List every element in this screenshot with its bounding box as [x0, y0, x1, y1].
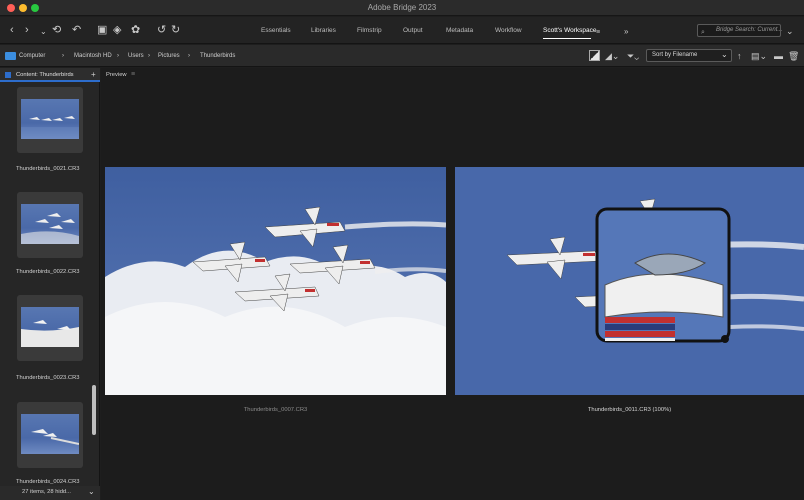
breadcrumb-separator: ›: [188, 53, 190, 59]
return-to-camera-raw-icon[interactable]: ↶: [72, 25, 81, 36]
workspace-tab-filmstrip[interactable]: Filmstrip: [357, 27, 382, 34]
preview-panel: Preview ≡ Thunderbirds_0007.CR3 Thunderb…: [101, 68, 804, 500]
workspace-tab-metadata[interactable]: Metadata: [446, 27, 473, 34]
content-footer: 27 items, 28 hidd... ⌄: [0, 486, 100, 500]
preview-menu-icon[interactable]: ≡: [131, 71, 135, 78]
filter-items-icon[interactable]: ⏷⌄: [627, 51, 639, 62]
forward-icon[interactable]: ›: [25, 25, 29, 36]
sort-chevron-icon: ⌄: [721, 50, 728, 59]
breadcrumb-separator: ›: [117, 53, 119, 59]
bridge-search-field[interactable]: Bridge Search: Current...: [697, 24, 783, 37]
open-in-camera-raw-icon[interactable]: ✿: [131, 25, 140, 36]
delete-item-icon[interactable]: 🗑: [788, 51, 799, 62]
thumbnail-cell[interactable]: [17, 295, 83, 361]
rotate-right-icon[interactable]: ↻: [171, 25, 180, 36]
recent-folders-icon[interactable]: ⟲: [52, 25, 61, 36]
sort-ascending-icon[interactable]: ↑: [737, 51, 742, 62]
workspace-tab-scotts-workspace[interactable]: Scott's Workspace: [543, 27, 597, 34]
panel-color-icon: [5, 72, 11, 78]
sort-dropdown[interactable]: Sort by Filename ⌄: [646, 49, 732, 62]
workspace-menu-icon[interactable]: ≡: [596, 27, 600, 38]
thumbnail-filename: Thunderbirds_0023.CR3: [16, 375, 80, 381]
workspace-tab-libraries[interactable]: Libraries: [311, 27, 336, 34]
breadcrumb-separator: ›: [62, 53, 64, 59]
quality-options-icon[interactable]: [589, 50, 600, 61]
refine-icon[interactable]: ◈: [113, 25, 121, 36]
breadcrumb-thunderbirds[interactable]: Thunderbirds: [200, 53, 235, 59]
item-count-label: 27 items, 28 hidd...: [22, 489, 71, 495]
preview-image-right[interactable]: [455, 167, 804, 395]
title-bar: Adobe Bridge 2023: [0, 0, 804, 16]
thumbnail-filename: Thunderbirds_0022.CR3: [16, 269, 80, 275]
thumbnail-cell[interactable]: [17, 87, 83, 153]
content-panel-header: Content: Thunderbirds +: [0, 68, 100, 82]
get-photos-icon[interactable]: ▣: [97, 25, 107, 36]
preview-image-left[interactable]: [105, 167, 447, 395]
thumbnail-cell[interactable]: [17, 192, 83, 258]
breadcrumb-users[interactable]: Users: [128, 53, 144, 59]
thumbnail-image: [21, 204, 79, 244]
breadcrumb-separator: ›: [148, 53, 150, 59]
new-folder-icon[interactable]: ▤⌄: [751, 51, 767, 62]
search-options-chevron-icon[interactable]: ⌄: [786, 26, 794, 37]
content-scrollbar[interactable]: [92, 385, 96, 435]
right-preview-filename: Thunderbirds_0011.CR3 (100%): [587, 407, 672, 413]
left-preview-filename: Thunderbirds_0007.CR3: [243, 407, 308, 413]
rotate-left-icon[interactable]: ↺: [157, 25, 166, 36]
workspace-tab-output[interactable]: Output: [403, 27, 423, 34]
thumbnail-filename: Thunderbirds_0024.CR3: [16, 479, 80, 485]
thumbnail-image: [21, 414, 80, 454]
sort-label: Sort by Filename: [652, 52, 698, 58]
add-panel-icon[interactable]: +: [91, 70, 96, 79]
active-workspace-underline: [543, 38, 591, 39]
breadcrumb-pictures[interactable]: Pictures: [158, 53, 180, 59]
thumbnail-cell[interactable]: [17, 402, 83, 468]
preview-title: Preview: [106, 72, 127, 78]
breadcrumb-computer[interactable]: Computer: [19, 53, 45, 59]
thumbnail-image: [21, 99, 79, 139]
content-panel: Content: Thunderbirds + Thunderbirds_002…: [0, 68, 100, 500]
folder-icon: [5, 52, 16, 60]
thumbnail-image: [21, 307, 79, 347]
search-placeholder: Bridge Search: Current...: [716, 27, 783, 33]
workspace-tab-workflow[interactable]: Workflow: [495, 27, 522, 34]
loupe-magnifier: [595, 207, 731, 343]
search-icon: ⌕: [701, 29, 705, 36]
chevron-down-icon[interactable]: ⌄: [40, 26, 47, 37]
rating-filter-icon[interactable]: ◢⌄: [605, 51, 619, 62]
breadcrumb-macintosh-hd[interactable]: Macintosh HD: [74, 53, 112, 59]
window-title: Adobe Bridge 2023: [367, 3, 437, 12]
workspace-tab-essentials[interactable]: Essentials: [261, 27, 291, 34]
preview-panel-header: Preview ≡: [101, 68, 804, 82]
more-workspaces-icon[interactable]: »: [624, 26, 628, 37]
back-icon[interactable]: ‹: [10, 25, 14, 36]
content-panel-title: Content: Thunderbirds: [16, 72, 74, 78]
thumbnail-filename: Thunderbirds_0021.CR3: [16, 166, 80, 172]
footer-chevron-icon[interactable]: ⌄: [88, 487, 95, 496]
open-recent-icon[interactable]: ▬: [774, 51, 783, 62]
